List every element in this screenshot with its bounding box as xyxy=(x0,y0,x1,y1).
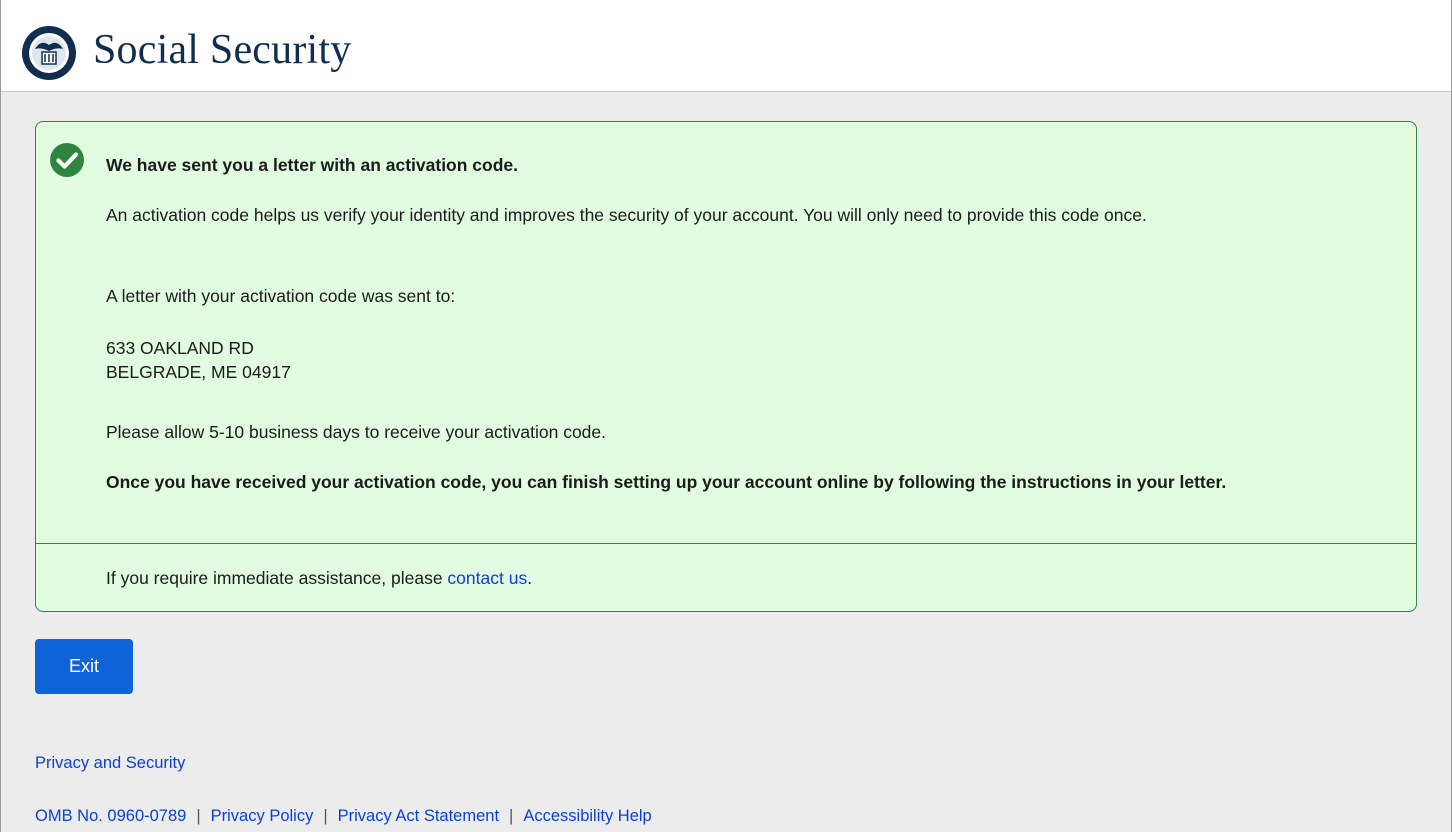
site-header: Social Security xyxy=(0,0,1452,92)
activation-explanation: An activation code helps us verify your … xyxy=(106,205,1147,225)
privacy-security-link[interactable]: Privacy and Security xyxy=(35,754,185,773)
next-steps-text: Once you have received your activation c… xyxy=(106,472,1227,492)
contact-us-link[interactable]: contact us xyxy=(447,568,527,588)
footer-separator: | xyxy=(323,807,328,825)
address-line-2: BELGRADE, ME 04917 xyxy=(106,362,291,382)
assistance-text: If you require immediate assistance, ple… xyxy=(106,566,532,590)
privacy-policy-link[interactable]: Privacy Policy xyxy=(211,807,314,825)
assist-prefix: If you require immediate assistance, ple… xyxy=(106,568,448,588)
check-circle-icon xyxy=(50,143,84,177)
assist-suffix: . xyxy=(527,568,533,588)
ssa-seal-icon[interactable] xyxy=(21,25,77,81)
footer-links: OMB No. 0960-0789 | Privacy Policy | Privacy… xyxy=(35,807,652,826)
success-alert: We have sent you a letter with an activa… xyxy=(35,121,1417,612)
alert-heading: We have sent you a letter with an activa… xyxy=(106,155,519,175)
alert-divider xyxy=(36,543,1416,544)
letter-sent-text: A letter with your activation code was s… xyxy=(106,286,456,306)
privacy-act-link[interactable]: Privacy Act Statement xyxy=(338,807,499,825)
mailing-address: 633 OAKLAND RD BELGRADE, ME 04917 xyxy=(106,336,291,384)
site-title[interactable]: Social Security xyxy=(93,26,351,74)
footer-separator: | xyxy=(509,807,514,825)
footer-separator: | xyxy=(196,807,201,825)
delivery-time-text: Please allow 5-10 business days to recei… xyxy=(106,422,606,442)
omb-number-link[interactable]: OMB No. 0960-0789 xyxy=(35,807,186,825)
address-line-1: 633 OAKLAND RD xyxy=(106,338,254,358)
accessibility-help-link[interactable]: Accessibility Help xyxy=(523,807,651,825)
exit-button[interactable]: Exit xyxy=(35,639,133,694)
